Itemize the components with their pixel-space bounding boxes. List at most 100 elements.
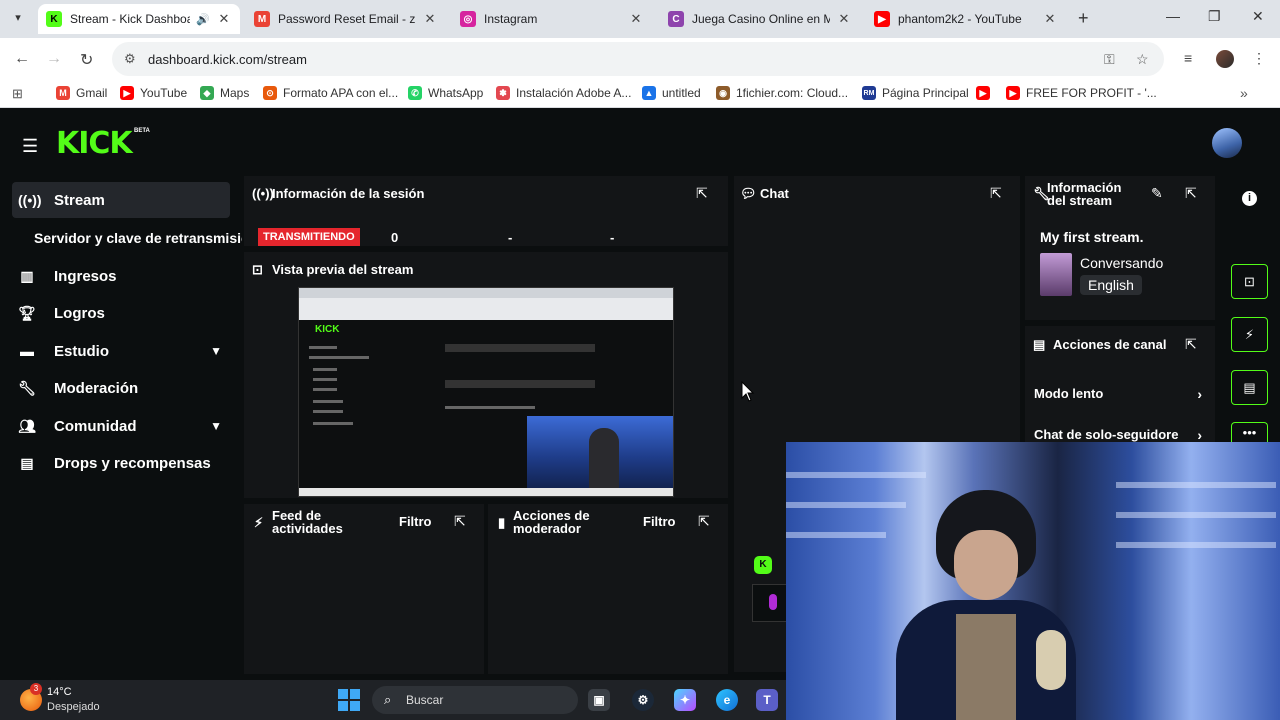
user-avatar[interactable] [1212,128,1242,158]
browser-toolbar: ← → ↻ ⚙ dashboard.kick.com/stream ⚿ ☆ ≡ … [0,38,1280,80]
camera-scan-button[interactable]: ⊡ [1231,264,1268,299]
restore-icon[interactable]: ❐ [1208,8,1221,25]
media-controls-icon[interactable]: ≡ [1184,50,1192,66]
bookmark-youtube[interactable]: ▶ YouTube [120,86,187,100]
sidebar-item-ingresos[interactable]: ▥ Ingresos [12,258,230,294]
mod-filter-button[interactable]: Filtro [643,514,676,529]
tab-instagram[interactable]: ◎ Instagram ✕ [452,4,652,34]
more-actions-button[interactable]: ••• [1231,422,1268,442]
browser-tab-strip: ▾ K Stream - Kick Dashboard 🔊 ✕ M Passwo… [0,0,1280,38]
feed-filter-button[interactable]: Filtro [399,514,432,529]
new-tab-button[interactable]: + [1078,8,1089,29]
sidebar-item-drops[interactable]: ▤ Drops y recompensas [12,445,230,481]
bookmark-untitled[interactable]: ▲ untitled [642,86,701,100]
bookmark-adobe[interactable]: ✽ Instalación Adobe A... [496,86,631,100]
weather-condition[interactable]: Despejado [47,701,100,713]
steam-icon[interactable]: ⚙ [632,689,654,711]
profile-avatar[interactable] [1216,50,1234,68]
address-bar[interactable]: ⚙ dashboard.kick.com/stream ⚿ ☆ [112,42,1164,76]
category-thumbnail[interactable] [1040,253,1072,296]
action-followers-only[interactable]: Chat de solo-seguidore › [1034,427,1210,443]
apps-grid-icon[interactable]: ⊞ [12,86,23,102]
session-stat: - [610,230,615,245]
bookmark-apa[interactable]: ⊙ Formato APA con el... [263,86,398,100]
bookmark-maps[interactable]: ◆ Maps [200,86,249,100]
tab-kick-dashboard[interactable]: K Stream - Kick Dashboard 🔊 ✕ [38,4,240,34]
chevron-down-icon[interactable]: ▼ [210,419,222,433]
gmail-icon: M [56,86,70,100]
action-modo-lento[interactable]: Modo lento › [1034,386,1210,402]
task-view-icon[interactable]: ▣ [588,689,610,711]
bookmark-free-for-profit[interactable]: ▶ FREE FOR PROFIT - '... [1006,86,1157,100]
community-icon: 👥︎ [18,417,36,434]
bookmark-gmail[interactable]: M Gmail [56,86,107,100]
youtube-icon: ▶ [120,86,134,100]
back-icon[interactable]: ← [14,50,30,68]
reload-icon[interactable]: ↻ [80,50,93,70]
shield-icon: ▮ [498,515,506,530]
edge-icon[interactable]: e [716,689,738,711]
close-tab-icon[interactable]: ✕ [628,11,644,27]
taskbar-search[interactable]: ⌕ Buscar [372,686,578,714]
adobe-icon: ✽ [496,86,510,100]
stream-preview-video[interactable]: KICK [298,287,674,497]
bookmark-label: FREE FOR PROFIT - '... [1026,86,1157,100]
tab-gmail[interactable]: M Password Reset Email - zuka ✕ [246,4,446,34]
bookmark-youtube-2[interactable]: ▶ [976,86,996,100]
sidebar-item-estudio[interactable]: ▬ Estudio ▼ [12,333,230,369]
sidebar-item-moderacion[interactable]: 🔧︎ Moderación [12,370,230,406]
notes-button[interactable]: ▤ [1231,370,1268,405]
tab-casino[interactable]: C Juega Casino Online en Méx ✕ [660,4,860,34]
tab-youtube[interactable]: ▶ phantom2k2 - YouTube ✕ [866,4,1066,34]
popout-icon[interactable]: ⇱ [454,513,466,530]
windows-start-icon[interactable] [338,689,360,711]
minimize-icon[interactable]: — [1166,8,1180,24]
close-tab-icon[interactable]: ✕ [836,11,852,27]
category-name[interactable]: Conversando [1080,255,1163,271]
quick-action-button[interactable]: ⚡︎ [1231,317,1268,352]
site-info-icon[interactable]: ⚙ [124,51,136,67]
preview-person [589,428,619,494]
preview-line [445,344,595,352]
close-tab-icon[interactable]: ✕ [422,11,438,27]
forward-icon[interactable]: → [46,50,62,68]
face [954,530,1018,600]
sidebar-item-stream[interactable]: ((•)) Stream [12,182,230,218]
close-window-icon[interactable]: ✕ [1252,8,1264,25]
sidebar-item-logros[interactable]: 🏆︎ Logros [12,295,230,331]
popout-icon[interactable]: ⇱ [698,513,710,530]
popout-icon[interactable]: ⇱ [990,185,1002,202]
hamburger-menu-icon[interactable]: ☰ [22,136,38,157]
lightning-icon: ⚡︎ [1244,326,1255,342]
bookmark-pagina-principal[interactable]: RM Página Principal [862,86,969,100]
url-text[interactable]: dashboard.kick.com/stream [148,52,307,67]
sidebar-subitem-server-key[interactable]: Servidor y clave de retransmisión [34,230,242,246]
bookmark-whatsapp[interactable]: ✆ WhatsApp [408,86,483,100]
tab-search-dropdown[interactable]: ▾ [8,8,28,28]
password-key-icon[interactable]: ⚿ [1104,51,1115,68]
menu-kebab-icon[interactable]: ⋮ [1252,50,1266,67]
sidebar-item-comunidad[interactable]: 👥︎ Comunidad ▼ [12,408,230,444]
popout-icon[interactable]: ⇱ [1185,185,1197,202]
info-icon[interactable]: i [1242,191,1257,206]
chevron-down-icon[interactable]: ▼ [210,344,222,358]
preview-line [313,422,353,425]
speaker-icon[interactable]: 🔊 [196,13,210,26]
temperature[interactable]: 14°C [47,686,72,698]
popout-icon[interactable]: ⇱ [696,185,708,202]
bookmark-star-icon[interactable]: ☆ [1136,51,1149,68]
teams-icon[interactable]: T [756,689,778,711]
bookmark-1fichier[interactable]: ◉ 1fichier.com: Cloud... [716,86,848,100]
chevron-right-icon: › [1197,427,1202,443]
copilot-icon[interactable]: ✦ [674,689,696,711]
close-tab-icon[interactable]: ✕ [1042,11,1058,27]
close-tab-icon[interactable]: ✕ [216,11,232,27]
edit-pencil-icon[interactable]: ✎ [1151,185,1163,202]
microphone-widget[interactable] [752,584,788,622]
kick-mini-icon[interactable]: K [754,556,772,574]
more-bookmarks-icon[interactable]: » [1240,85,1248,101]
popout-icon[interactable]: ⇱ [1185,336,1197,353]
kick-logo[interactable]: KICK [56,126,133,161]
bookmark-label: Maps [220,86,250,100]
gmail-favicon-icon: M [254,11,270,27]
